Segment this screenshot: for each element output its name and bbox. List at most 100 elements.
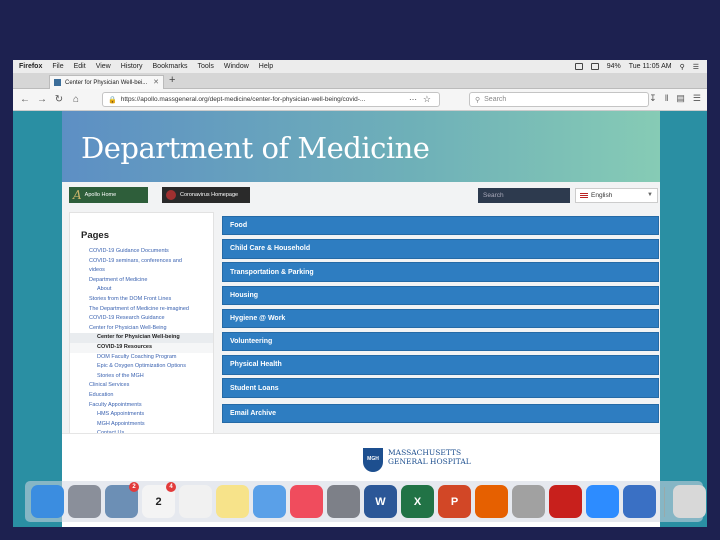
site-search-input[interactable]: Search: [478, 188, 570, 203]
apollo-home-label: Apollo Home: [84, 192, 117, 198]
site-search-placeholder: Search: [483, 192, 504, 199]
mgh-logo[interactable]: MGH MASSACHUSETTS GENERAL HOSPITAL: [363, 448, 471, 472]
calendar-icon[interactable]: 24: [142, 482, 176, 518]
finder-icon[interactable]: [31, 485, 64, 518]
mgh-shield-icon: MGH: [363, 448, 383, 472]
menu-view[interactable]: View: [96, 63, 111, 70]
dock-icon-glyph: P: [450, 495, 459, 508]
messages-icon[interactable]: [253, 485, 286, 518]
site-banner: Department of Medicine: [62, 111, 660, 182]
battery-percent: 94%: [606, 63, 621, 70]
resource-link-hygiene-work[interactable]: Hygiene @ Work: [222, 308, 659, 329]
menu-file[interactable]: File: [52, 63, 63, 70]
sidebar-icon[interactable]: ▤: [676, 93, 685, 104]
resource-link-volunteering[interactable]: Volunteering: [222, 331, 659, 352]
trash-icon[interactable]: [673, 485, 706, 518]
resource-link-student-loans[interactable]: Student Loans: [222, 378, 659, 398]
spotlight-icon[interactable]: ⚲: [680, 63, 685, 71]
forward-icon[interactable]: →: [37, 94, 47, 105]
photos-icon[interactable]: [179, 485, 212, 518]
navigation-bar: ← → ↻ ⌂ 🔒 https://apollo.massgeneral.org…: [13, 89, 707, 111]
dock-separator: [664, 486, 665, 517]
resource-link-food[interactable]: Food: [222, 216, 659, 236]
acrobat-icon[interactable]: [549, 485, 582, 518]
launchpad-icon[interactable]: [68, 485, 101, 518]
back-icon[interactable]: ←: [20, 94, 30, 105]
url-text: https://apollo.massgeneral.org/dept-medi…: [120, 96, 366, 103]
sidebar-link[interactable]: Center for Physician Well-being: [70, 333, 213, 343]
sidebar-link[interactable]: Clinical Services: [70, 381, 213, 391]
sidebar-link[interactable]: COVID-19 Resources: [70, 342, 213, 353]
menu-list-icon[interactable]: ☰: [693, 63, 699, 71]
search-icon: ⚲: [475, 96, 481, 104]
new-tab-icon[interactable]: +: [169, 74, 175, 86]
menu-tools[interactable]: Tools: [198, 63, 214, 70]
page-title: Department of Medicine: [81, 131, 430, 165]
resource-link-email-archive[interactable]: Email Archive: [222, 403, 659, 424]
sidebar-link[interactable]: COVID-19 Guidance Documents: [70, 247, 213, 257]
resource-link-transportation-parking[interactable]: Transportation & Parking: [222, 262, 659, 282]
coronavirus-homepage-label: Coronavirus Homepage: [180, 192, 239, 198]
site-nav-row: A Apollo Home Coronavirus Homepage Searc…: [62, 182, 660, 210]
sidebar-link[interactable]: Education: [70, 391, 213, 401]
clock[interactable]: Tue 11:05 AM: [629, 63, 672, 70]
language-select[interactable]: English ▼: [575, 188, 658, 203]
sidebar-link[interactable]: HMS Appointments: [70, 410, 213, 420]
sidebar-link[interactable]: videos: [70, 266, 213, 276]
wifi-icon[interactable]: [590, 63, 599, 70]
sidebar-link[interactable]: The Department of Medicine re-imagined: [70, 305, 213, 315]
hamburger-menu-icon[interactable]: ☰: [693, 93, 701, 104]
menu-firefox[interactable]: Firefox: [19, 63, 42, 70]
sidebar-link[interactable]: Faculty Appointments: [70, 401, 213, 411]
status-icon[interactable]: [574, 63, 583, 70]
sidebar-link[interactable]: COVID-19 Research Guidance: [70, 314, 213, 324]
sidebar-link[interactable]: COVID-19 seminars, conferences and: [70, 257, 213, 267]
bookmark-star-icon[interactable]: ☆: [423, 94, 431, 105]
sidebar-link[interactable]: Epic & Oxygen Optimization Options: [70, 362, 213, 372]
close-tab-icon[interactable]: ✕: [153, 78, 159, 86]
page-actions-icon[interactable]: ⋯: [409, 95, 417, 104]
home-icon[interactable]: ⌂: [71, 94, 81, 105]
browser-tab[interactable]: Center for Physician Well-bei... ✕: [49, 75, 164, 89]
resource-link-physical-health[interactable]: Physical Health: [222, 355, 659, 375]
dock-icon-glyph: 2: [155, 495, 162, 508]
sidebar-link[interactable]: Center for Physician Well-Being: [70, 324, 213, 334]
sidebar-link[interactable]: Stories of the MGH: [70, 372, 213, 382]
powerpoint-icon[interactable]: P: [438, 485, 471, 518]
reload-icon[interactable]: ↻: [54, 94, 64, 105]
apollo-home-button[interactable]: A Apollo Home: [69, 187, 148, 203]
word-icon[interactable]: W: [364, 485, 397, 518]
firefox-icon[interactable]: [475, 485, 508, 518]
menu-history[interactable]: History: [121, 63, 143, 70]
photo-app-icon[interactable]: 2: [105, 482, 139, 518]
resource-link-child-care-household[interactable]: Child Care & Household: [222, 239, 659, 259]
excel-icon[interactable]: X: [401, 485, 434, 518]
hospital-name-line1: MASSACHUSETTS: [388, 448, 462, 457]
menu-edit[interactable]: Edit: [74, 63, 86, 70]
dock-icon-glyph: W: [375, 495, 386, 508]
sidebar-link[interactable]: About: [70, 285, 213, 295]
calculator-icon[interactable]: [512, 485, 545, 518]
system-preferences-icon[interactable]: [327, 485, 360, 518]
browser-search-input[interactable]: ⚲ Search: [469, 92, 649, 107]
sidebar-link[interactable]: Department of Medicine: [70, 276, 213, 286]
sidebar-link[interactable]: Stories from the DOM Front Lines: [70, 295, 213, 305]
menu-help[interactable]: Help: [259, 63, 273, 70]
url-bar[interactable]: 🔒 https://apollo.massgeneral.org/dept-me…: [102, 92, 440, 107]
hospital-name-line2: GENERAL HOSPITAL: [388, 457, 471, 466]
coronavirus-homepage-button[interactable]: Coronavirus Homepage: [162, 187, 250, 203]
notes-icon[interactable]: [216, 485, 249, 518]
menu-bar: Firefox File Edit View History Bookmarks…: [13, 60, 707, 73]
menu-bookmarks[interactable]: Bookmarks: [153, 63, 188, 70]
tab-title: Center for Physician Well-bei...: [65, 79, 148, 86]
app-icon[interactable]: [623, 485, 656, 518]
library-icon[interactable]: ‖: [665, 93, 669, 104]
sidebar-link[interactable]: DOM Faculty Coaching Program: [70, 353, 213, 363]
web-page: Department of Medicine A Apollo Home Cor…: [62, 111, 660, 527]
zoom-icon[interactable]: [586, 485, 619, 518]
sidebar-link[interactable]: MGH Appointments: [70, 420, 213, 430]
music-icon[interactable]: [290, 485, 323, 518]
menu-window[interactable]: Window: [224, 63, 249, 70]
downloads-icon[interactable]: ↧: [649, 93, 657, 104]
resource-link-housing[interactable]: Housing: [222, 285, 659, 305]
